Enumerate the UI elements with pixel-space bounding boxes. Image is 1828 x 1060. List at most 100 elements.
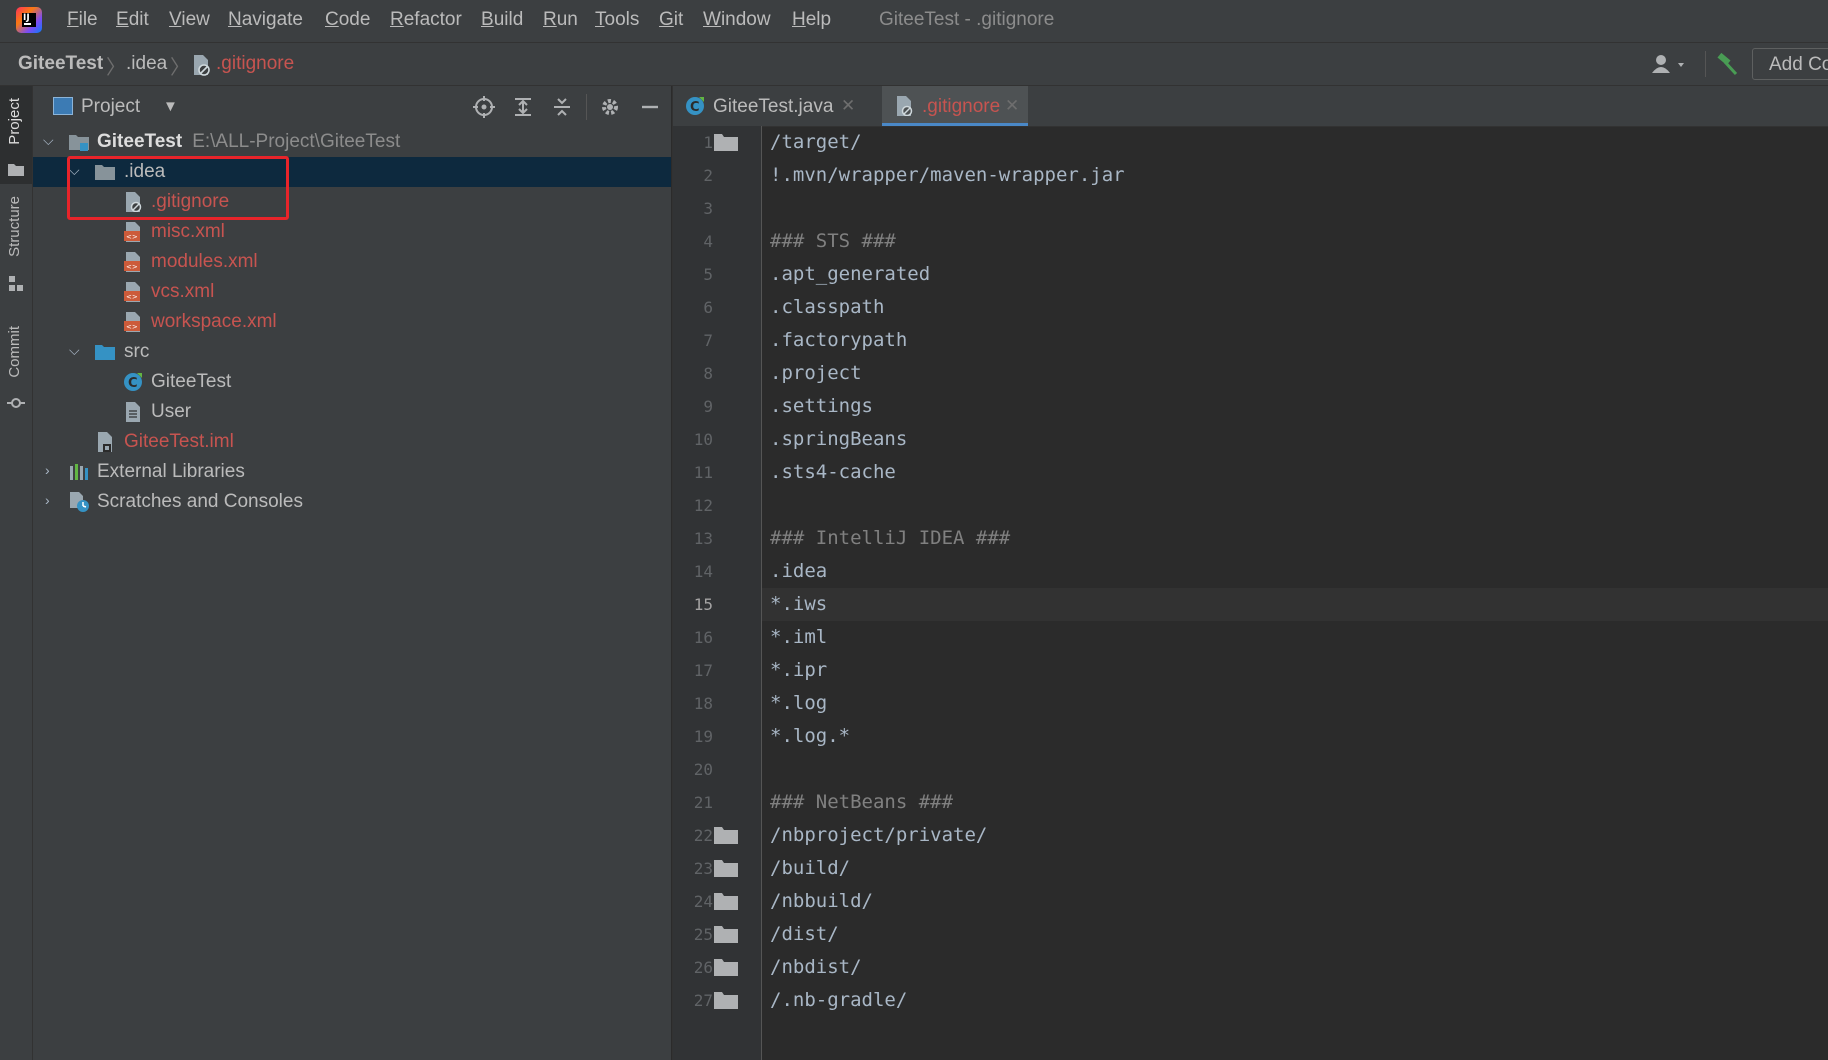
code-line[interactable]: /nbproject/private/	[762, 819, 1828, 852]
code-line[interactable]: *.iml	[762, 621, 1828, 654]
expand-all-icon[interactable]	[512, 96, 534, 118]
intellij-logo-icon[interactable]: IJ	[16, 7, 42, 33]
menu-code[interactable]: Code	[325, 9, 370, 31]
menu-refactor[interactable]: Refactor	[390, 9, 462, 31]
code-line[interactable]: *.log.*	[762, 720, 1828, 753]
line-number: 21	[693, 793, 713, 812]
code-line[interactable]: /nbdist/	[762, 951, 1828, 984]
commit-icon	[7, 398, 25, 408]
structure-tool-button[interactable]: Structure	[0, 196, 32, 296]
code-line[interactable]: .project	[762, 357, 1828, 390]
line-number: 7	[703, 331, 713, 350]
project-view-title[interactable]: Project	[81, 96, 140, 118]
menu-navigate[interactable]: Navigate	[228, 9, 303, 31]
breadcrumb-file[interactable]: .gitignore	[216, 53, 294, 75]
line-number: 4	[703, 232, 713, 251]
code-line[interactable]: .classpath	[762, 291, 1828, 324]
menu-file[interactable]: File	[67, 9, 98, 31]
user-dropdown-icon[interactable]	[1650, 53, 1690, 77]
menu-tools[interactable]: Tools	[595, 9, 639, 31]
tree-node-src-folder[interactable]: ⌵ src	[33, 337, 671, 367]
code-line[interactable]	[762, 753, 1828, 786]
code-line[interactable]: .apt_generated	[762, 258, 1828, 291]
chevron-right-icon[interactable]: ›	[45, 492, 50, 508]
chevron-down-icon[interactable]: ⌵	[69, 342, 80, 359]
line-number: 17	[693, 661, 713, 680]
code-line[interactable]: ### STS ###	[762, 225, 1828, 258]
tree-node-project-root[interactable]: ⌵ GiteeTest E:\ALL-Project\GiteeTest	[33, 127, 671, 157]
line-number: 6	[703, 298, 713, 317]
code-line[interactable]: *.log	[762, 687, 1828, 720]
breadcrumb-idea[interactable]: .idea	[126, 53, 167, 75]
code-line[interactable]: *.ipr	[762, 654, 1828, 687]
code-line[interactable]: /.nb-gradle/	[762, 984, 1828, 1017]
line-number: 3	[703, 199, 713, 218]
tree-node-iml-file[interactable]: GiteeTest.iml	[33, 427, 671, 457]
tree-node-vcs-xml[interactable]: <> vcs.xml	[33, 277, 671, 307]
line-number: 22	[693, 826, 713, 845]
chevron-down-icon[interactable]: ⌵	[43, 132, 54, 149]
code-line[interactable]: .factorypath	[762, 324, 1828, 357]
tree-node-workspace-xml[interactable]: <> workspace.xml	[33, 307, 671, 337]
code-line[interactable]	[762, 192, 1828, 225]
commit-tool-button[interactable]: Commit	[0, 326, 32, 416]
code-line[interactable]: !.mvn/wrapper/maven-wrapper.jar	[762, 159, 1828, 192]
code-line[interactable]	[762, 489, 1828, 522]
tree-node-giteetest-class[interactable]: C GiteeTest	[33, 367, 671, 397]
tab-giteetest-java[interactable]: C GiteeTest.java ✕	[673, 86, 863, 126]
code-line[interactable]: ### NetBeans ###	[762, 786, 1828, 819]
code-line[interactable]: .idea	[762, 555, 1828, 588]
tree-label: User	[151, 401, 192, 422]
close-icon[interactable]: ✕	[1005, 96, 1019, 116]
tree-node-user-file[interactable]: User	[33, 397, 671, 427]
gear-icon[interactable]	[599, 96, 621, 118]
annotation-highlight-box	[67, 156, 289, 220]
line-number: 8	[703, 364, 713, 383]
tree-label: src	[124, 341, 150, 362]
toolbar-separator	[1705, 51, 1706, 77]
ignore-file-icon	[897, 96, 913, 116]
code-line[interactable]: .settings	[762, 390, 1828, 423]
code-line[interactable]: /nbbuild/	[762, 885, 1828, 918]
tree-label: vcs.xml	[151, 281, 215, 302]
menu-window[interactable]: Window	[703, 9, 771, 31]
code-line[interactable]: .springBeans	[762, 423, 1828, 456]
build-hammer-icon[interactable]	[1714, 52, 1740, 78]
code-line[interactable]: *.iws	[762, 588, 1828, 621]
add-configuration-button[interactable]: Add Co	[1752, 48, 1828, 80]
menu-view[interactable]: View	[169, 9, 210, 31]
chevron-right-icon[interactable]: ›	[45, 462, 50, 478]
code-line[interactable]: /build/	[762, 852, 1828, 885]
close-icon[interactable]: ✕	[841, 96, 855, 116]
menu-help[interactable]: Help	[792, 9, 831, 31]
code-line[interactable]: /dist/	[762, 918, 1828, 951]
editor-tab-bar: C GiteeTest.java ✕ .gitignore ✕	[673, 86, 1828, 127]
collapse-all-icon[interactable]	[551, 96, 573, 118]
line-number: 2	[703, 166, 713, 185]
code-line[interactable]: ### IntelliJ IDEA ###	[762, 522, 1828, 555]
code-editor[interactable]: /target/!.mvn/wrapper/maven-wrapper.jar #…	[762, 126, 1828, 1060]
minimize-icon[interactable]	[639, 96, 661, 118]
breadcrumb-project[interactable]: GiteeTest	[18, 53, 103, 75]
xml-file-icon: <>	[124, 252, 140, 272]
tree-node-modules-xml[interactable]: <> modules.xml	[33, 247, 671, 277]
line-number: 25	[693, 925, 713, 944]
menu-edit[interactable]: Edit	[116, 9, 149, 31]
menu-build[interactable]: Build	[481, 9, 523, 31]
chevron-down-icon[interactable]: ▼	[163, 98, 178, 115]
menu-run[interactable]: Run	[543, 9, 578, 31]
locate-file-icon[interactable]	[473, 96, 495, 118]
project-tool-label: Project	[6, 98, 23, 145]
tree-label: workspace.xml	[151, 311, 277, 332]
code-line[interactable]: .sts4-cache	[762, 456, 1828, 489]
line-number: 14	[693, 562, 713, 581]
tree-node-external-libraries[interactable]: › External Libraries	[33, 457, 671, 487]
menu-git[interactable]: Git	[659, 9, 683, 31]
editor-area: C GiteeTest.java ✕ .gitignore ✕ 12345678…	[672, 86, 1828, 1060]
tree-node-scratches[interactable]: › Scratches and Consoles	[33, 487, 671, 517]
project-tool-button[interactable]: Project	[0, 86, 32, 184]
editor-gutter[interactable]: 1 2 3 4 5 6 7 8 9 10 11 12 13 14 15 16 17 18 19 20 21 22 23 24 2…	[673, 126, 762, 1060]
tree-node-misc-xml[interactable]: <> misc.xml	[33, 217, 671, 247]
tab-gitignore[interactable]: .gitignore ✕	[882, 86, 1028, 126]
code-line[interactable]: /target/	[762, 126, 1828, 159]
